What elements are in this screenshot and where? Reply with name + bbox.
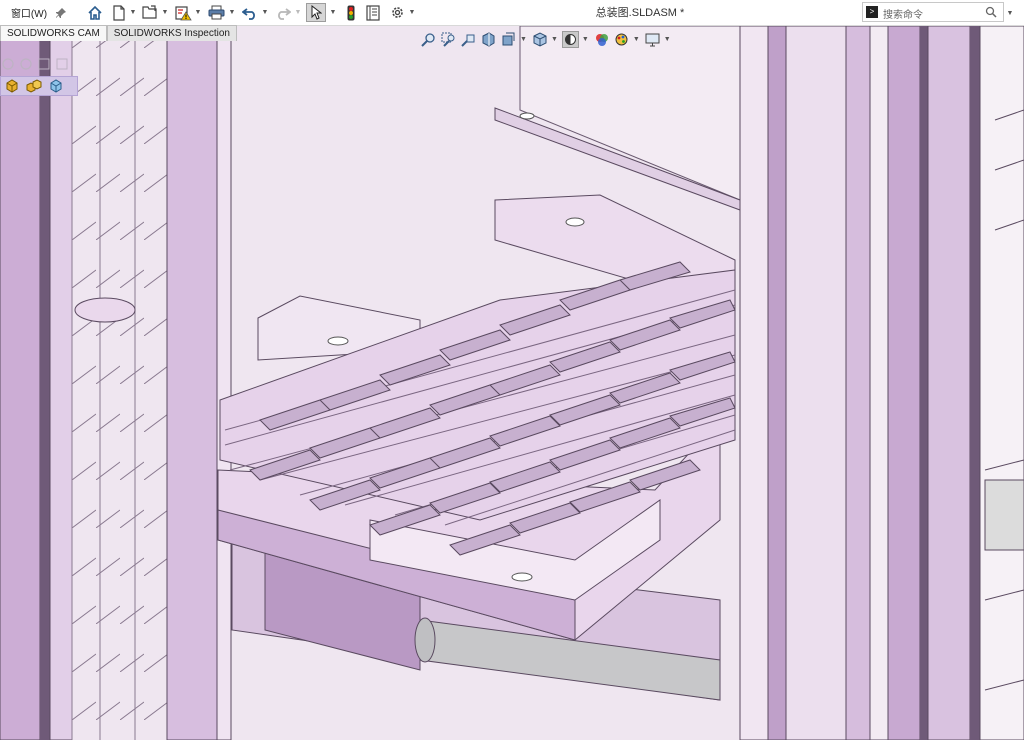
- right-frame-c: [887, 26, 921, 740]
- right-frame-dark-slot: [920, 26, 928, 740]
- edit-appearance-icon[interactable]: [613, 31, 630, 48]
- right-post-side: [767, 26, 787, 740]
- undo-dropdown-chevron-icon[interactable]: ▼: [261, 3, 269, 22]
- view-settings-monitor-icon[interactable]: [644, 31, 661, 48]
- right-frame-dark-slot-2: [970, 26, 980, 740]
- view-orientation-icon[interactable]: [531, 31, 548, 48]
- clamp-block-hole: [511, 572, 533, 582]
- left-bar-hole: [327, 336, 349, 346]
- command-manager-tabs: SOLIDWORKS CAM SOLIDWORKS Inspection: [0, 25, 237, 41]
- search-icon[interactable]: [985, 5, 997, 23]
- view-dropdown-chevron-icon[interactable]: ▼: [520, 36, 527, 43]
- open-dropdown-chevron-icon[interactable]: ▼: [161, 3, 169, 22]
- display-style-icon[interactable]: [561, 30, 579, 48]
- graphics-viewport[interactable]: [0, 26, 1024, 740]
- left-frame-outer: [0, 26, 41, 740]
- right-frame-b: [869, 26, 889, 740]
- undo-icon[interactable]: [240, 3, 260, 22]
- previous-view-icon[interactable]: [460, 31, 477, 48]
- component-cube-icon[interactable]: [1, 79, 23, 93]
- file-properties-icon[interactable]: [364, 3, 382, 22]
- search-placeholder: 搜索命令: [883, 10, 923, 21]
- back-plate-hole: [519, 112, 535, 120]
- title-bar: 窗口(W) ▼ ▼ ▼ ▼ ▼ ▼ ▼ ▼ 总装图.SLDASM * > 搜索命…: [0, 0, 1024, 26]
- rebuild-dropdown-chevron-icon[interactable]: ▼: [194, 3, 202, 22]
- print-dropdown-chevron-icon[interactable]: ▼: [228, 3, 236, 22]
- select-dropdown-chevron-icon[interactable]: ▼: [329, 3, 337, 22]
- pin-icon[interactable]: [53, 3, 69, 22]
- heads-up-view-toolbar: ▼ ▼ ▼ ▼ ▼: [420, 30, 675, 48]
- menu-window[interactable]: 窗口(W): [10, 3, 48, 22]
- appearance-dropdown-chevron-icon[interactable]: ▼: [633, 36, 640, 43]
- print-icon[interactable]: [206, 3, 226, 22]
- new-dropdown-chevron-icon[interactable]: ▼: [129, 3, 137, 22]
- search-dropdown-chevron-icon[interactable]: ▼: [1006, 4, 1014, 23]
- search-command-field[interactable]: > 搜索命令: [862, 2, 1004, 22]
- left-frame-inner: [49, 26, 73, 740]
- right-panel: [785, 26, 847, 740]
- orientation-dropdown-chevron-icon[interactable]: ▼: [551, 36, 558, 43]
- tab-solidworks-cam[interactable]: SOLIDWORKS CAM: [0, 25, 107, 41]
- display-style-dropdown-chevron-icon[interactable]: ▼: [582, 36, 589, 43]
- guide-rod-end: [414, 617, 436, 663]
- left-cable-mesh: [72, 26, 167, 740]
- component-filter-toolbar: [0, 76, 78, 96]
- right-outer-area: [979, 26, 1024, 740]
- zoom-to-area-icon[interactable]: [440, 31, 457, 48]
- home-icon[interactable]: [85, 3, 105, 22]
- tab-solidworks-inspection[interactable]: SOLIDWORKS Inspection: [106, 25, 237, 41]
- right-frame-d: [927, 26, 971, 740]
- section-view-icon[interactable]: [480, 31, 497, 48]
- open-folder-icon[interactable]: [140, 3, 160, 22]
- dynamic-annotation-views-icon[interactable]: [500, 31, 517, 48]
- assembly-blue-cube-icon[interactable]: [45, 79, 67, 93]
- left-post: [166, 26, 218, 740]
- subassembly-cubes-icon[interactable]: [23, 79, 45, 93]
- right-frame-a: [845, 26, 871, 740]
- redo-icon[interactable]: [273, 3, 293, 22]
- hide-show-items-icon[interactable]: [593, 31, 610, 48]
- select-arrow-icon[interactable]: [306, 3, 326, 22]
- left-post-face: [216, 26, 232, 740]
- selection-filter-toolbar: [0, 55, 75, 73]
- right-post-face: [739, 26, 769, 740]
- left-frame-dark-slot: [40, 26, 50, 740]
- traffic-light-icon[interactable]: [342, 3, 360, 22]
- new-document-icon[interactable]: [110, 3, 128, 22]
- view-settings-dropdown-chevron-icon[interactable]: ▼: [664, 36, 671, 43]
- rebuild-warning-icon[interactable]: [173, 3, 193, 22]
- options-gear-icon[interactable]: [387, 3, 407, 22]
- document-title: 总装图.SLDASM *: [595, 7, 685, 19]
- zoom-to-fit-icon[interactable]: [420, 31, 437, 48]
- redo-dropdown-chevron-icon[interactable]: ▼: [294, 3, 302, 22]
- command-prompt-icon: >: [866, 6, 878, 18]
- options-dropdown-chevron-icon[interactable]: ▼: [408, 3, 416, 22]
- left-mesh-hole: [74, 297, 136, 323]
- right-rail-part: [984, 479, 1024, 551]
- back-bar-hole: [565, 217, 585, 227]
